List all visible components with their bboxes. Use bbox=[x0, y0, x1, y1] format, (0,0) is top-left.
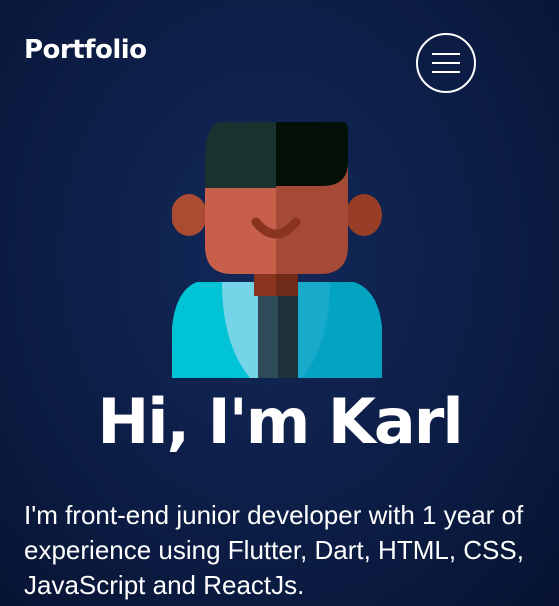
hero-heading: Hi, I'm Karl bbox=[97, 385, 463, 458]
developer-avatar-icon bbox=[172, 122, 382, 378]
avatar bbox=[172, 122, 382, 378]
hamburger-menu-icon bbox=[432, 53, 460, 73]
hero-intro-text: I'm front-end junior developer with 1 ye… bbox=[24, 500, 524, 600]
logo[interactable]: Portfolio bbox=[24, 32, 147, 68]
menu-button[interactable] bbox=[416, 33, 476, 93]
